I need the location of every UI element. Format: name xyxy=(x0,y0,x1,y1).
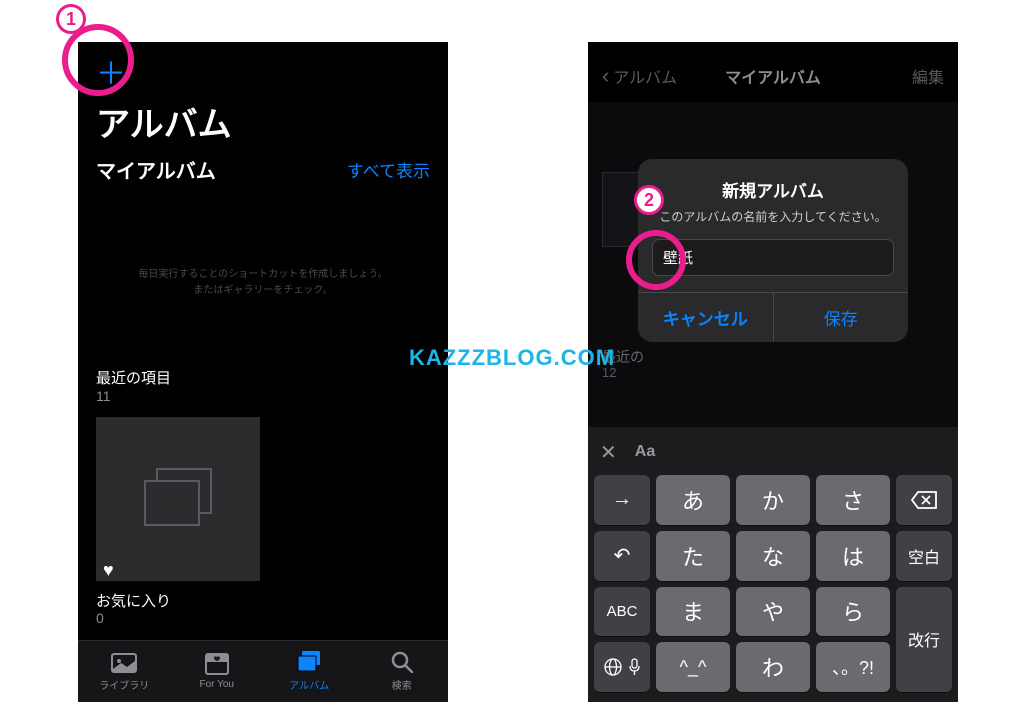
chevron-left-icon: ‹ xyxy=(602,63,609,89)
tab-search[interactable]: 検索 xyxy=(356,641,449,702)
recents-thumbnail[interactable] xyxy=(96,417,260,581)
key-space[interactable]: 空白 xyxy=(896,531,952,581)
my-albums-label: マイアルバム xyxy=(96,155,216,184)
album-name-input[interactable]: 壁紙 xyxy=(652,239,894,276)
watermark: KAZZZBLOG.COM xyxy=(409,345,615,371)
keyboard-toolbar: ✕ Aa xyxy=(592,433,954,471)
tab-for-you[interactable]: For You xyxy=(171,641,264,702)
keyboard: ✕ Aa → あ か さ ↶ た な は 空白 ABC ま や ら 改行 xyxy=(588,427,958,702)
key-delete[interactable] xyxy=(896,475,952,525)
recents-label: 最近の項目 xyxy=(96,367,171,388)
key-ha[interactable]: は xyxy=(816,531,890,581)
key-ra[interactable]: ら xyxy=(816,587,890,637)
alert-buttons: キャンセル 保存 xyxy=(638,292,908,342)
key-punct[interactable]: 、。?! xyxy=(816,642,890,692)
tab-for-you-label: For You xyxy=(200,679,234,690)
nav-title: マイアルバム xyxy=(725,64,821,88)
key-next[interactable]: → xyxy=(594,475,650,525)
keyboard-grid: → あ か さ ↶ た な は 空白 ABC ま や ら 改行 ^_^ xyxy=(592,471,954,696)
favorites-count: 0 xyxy=(96,610,104,626)
back-button[interactable]: ‹ アルバム xyxy=(602,63,677,89)
search-icon xyxy=(389,651,415,673)
tab-bar: ライブラリ For You アルバム 検索 xyxy=(78,640,448,702)
tab-albums[interactable]: アルバム xyxy=(263,641,356,702)
key-abc[interactable]: ABC xyxy=(594,587,650,637)
heart-icon: ♥ xyxy=(103,560,114,581)
library-icon xyxy=(111,651,137,673)
save-button[interactable]: 保存 xyxy=(774,293,909,342)
key-emoji[interactable]: ^_^ xyxy=(656,642,730,692)
key-na[interactable]: な xyxy=(736,531,810,581)
key-ma[interactable]: ま xyxy=(656,587,730,637)
albums-icon xyxy=(296,651,322,673)
edit-button[interactable]: 編集 xyxy=(912,64,944,88)
kb-format-icon[interactable]: Aa xyxy=(635,443,655,461)
annotation-number-1: 1 xyxy=(56,4,86,34)
phone-left-albums: ＋ アルバム マイアルバム すべて表示 毎日実行することのショートカットを作成し… xyxy=(78,42,448,702)
phone-right-dialog: ‹ アルバム マイアルバム 編集 最近の 12 新規アルバム このアルバムの名前… xyxy=(588,42,958,702)
key-wa[interactable]: わ xyxy=(736,642,810,692)
recents-count: 11 xyxy=(96,388,111,404)
alert-message: このアルバムの名前を入力してください。 xyxy=(638,208,908,225)
kb-close-icon[interactable]: ✕ xyxy=(600,440,617,465)
new-album-alert: 新規アルバム このアルバムの名前を入力してください。 壁紙 キャンセル 保存 xyxy=(638,159,908,342)
back-label: アルバム xyxy=(613,64,677,88)
photo-stack-icon xyxy=(148,474,208,524)
key-return[interactable]: 改行 xyxy=(896,587,952,693)
tab-search-label: 検索 xyxy=(392,677,412,692)
key-sa[interactable]: さ xyxy=(816,475,890,525)
see-all-link[interactable]: すべて表示 xyxy=(347,157,430,182)
key-ta[interactable]: た xyxy=(656,531,730,581)
section-header: マイアルバム すべて表示 xyxy=(96,155,430,184)
add-button[interactable]: ＋ xyxy=(96,60,126,90)
favorites-label: お気に入り xyxy=(96,590,171,611)
tab-library-label: ライブラリ xyxy=(99,677,149,692)
key-globe-mic[interactable] xyxy=(594,642,650,692)
key-undo[interactable]: ↶ xyxy=(594,531,650,581)
alert-title: 新規アルバム xyxy=(638,177,908,202)
tab-library[interactable]: ライブラリ xyxy=(78,641,171,702)
key-a[interactable]: あ xyxy=(656,475,730,525)
help-hint: 毎日実行することのショートカットを作成しましょう。またはギャラリーをチェック。 xyxy=(138,267,388,299)
key-ya[interactable]: や xyxy=(736,587,810,637)
navigation-bar: ‹ アルバム マイアルバム 編集 xyxy=(588,56,958,96)
annotation-number-2: 2 xyxy=(634,185,664,215)
key-ka[interactable]: か xyxy=(736,475,810,525)
cancel-button[interactable]: キャンセル xyxy=(638,293,774,342)
page-title: アルバム xyxy=(96,97,232,146)
tab-albums-label: アルバム xyxy=(289,677,329,692)
for-you-icon xyxy=(204,653,230,675)
